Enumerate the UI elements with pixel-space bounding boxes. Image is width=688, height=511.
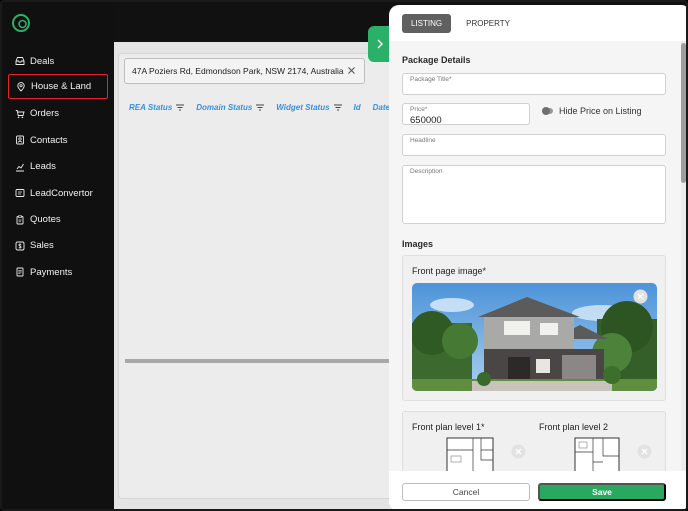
chevron-right-icon	[377, 39, 383, 49]
sidebar-item-orders[interactable]: Orders	[8, 101, 108, 127]
inbox-icon	[15, 57, 25, 66]
table-lower-panel	[125, 363, 395, 498]
column-date[interactable]: Date	[373, 103, 390, 112]
dollar-icon	[15, 241, 25, 251]
listing-table-card: 47A Poziers Rd, Edmondson Park, NSW 2174…	[118, 53, 395, 499]
sidebar-item-label: Contacts	[30, 134, 68, 146]
tab-property[interactable]: PROPERTY	[457, 14, 519, 33]
filter-icon[interactable]	[176, 104, 185, 111]
filter-icon[interactable]	[333, 104, 342, 111]
sidebar-item-label: Payments	[30, 266, 73, 278]
drawer-tabs: LISTING PROPERTY	[402, 14, 519, 33]
column-label: Widget Status	[276, 103, 330, 112]
sidebar-item-house-land[interactable]: House & Land	[8, 74, 108, 100]
column-widget-status[interactable]: Widget Status	[276, 103, 342, 112]
tab-listing[interactable]: LISTING	[402, 14, 452, 33]
front-page-image-card: Front page image*	[402, 255, 666, 401]
sidebar-item-leadconvertor[interactable]: LeadConvertor	[8, 180, 108, 206]
sidebar-nav: Deals House & Land Orders Contacts Leads…	[8, 48, 108, 286]
floor-plans-card: Front plan level 1* Front plan level 2	[402, 411, 666, 471]
map-pin-icon	[17, 82, 25, 92]
cart-icon	[15, 110, 25, 119]
drawer-footer: Cancel Save	[389, 475, 686, 509]
app-window: Deals House & Land Orders Contacts Leads…	[0, 0, 688, 511]
price-label: Price*	[410, 106, 428, 113]
table-header: REA Status Domain Status Widget Status I…	[129, 103, 390, 112]
hide-price-toggle[interactable]: Hide Price on Listing	[542, 106, 642, 116]
listing-drawer: LISTING PROPERTY Package Details Package…	[389, 5, 686, 509]
column-id[interactable]: Id	[354, 103, 361, 112]
package-title-label: Package Title*	[410, 76, 452, 83]
remove-image-icon[interactable]	[633, 289, 648, 304]
chart-icon	[16, 163, 24, 172]
column-label: REA Status	[129, 103, 173, 112]
column-rea-status[interactable]: REA Status	[129, 103, 185, 112]
sidebar-item-label: Deals	[30, 55, 55, 67]
remove-plan-2-icon[interactable]	[637, 444, 652, 459]
clipboard-icon	[16, 214, 24, 224]
column-label: Date	[372, 103, 390, 112]
sidebar-item-label: House & Land	[31, 81, 92, 93]
package-title-field[interactable]: Package Title*	[402, 73, 666, 95]
sidebar-item-leads[interactable]: Leads	[8, 154, 108, 180]
hide-price-switch[interactable]	[542, 107, 553, 115]
front-plan-level-1-label: Front plan level 1*	[412, 422, 485, 432]
price-value: 650000	[410, 115, 442, 126]
front-page-image-label: Front page image*	[412, 266, 487, 276]
package-details-heading: Package Details	[402, 55, 471, 65]
column-label: Domain Status	[196, 103, 253, 112]
floor-plan-level-2-image[interactable]	[569, 436, 623, 471]
front-page-house-image[interactable]	[412, 283, 657, 391]
sidebar-item-sales[interactable]: Sales	[8, 233, 108, 259]
drawer-scrollbar-thumb[interactable]	[681, 43, 686, 183]
sidebar-item-label: Orders	[30, 108, 60, 120]
headline-label: Headline	[410, 137, 436, 144]
front-plan-level-2-label: Front plan level 2	[539, 422, 609, 432]
sidebar-item-deals[interactable]: Deals	[8, 48, 108, 74]
sidebar-item-quotes[interactable]: Quotes	[8, 206, 108, 232]
filter-icon[interactable]	[256, 104, 265, 111]
remove-plan-1-icon[interactable]	[511, 444, 526, 459]
drawer-form: Package Details Package Title* Price* 65…	[389, 41, 681, 471]
save-button[interactable]: Save	[538, 483, 666, 501]
sidebar: Deals House & Land Orders Contacts Leads…	[2, 2, 114, 509]
app-logo-icon	[12, 14, 30, 32]
column-label: Id	[353, 103, 361, 112]
images-heading: Images	[402, 239, 434, 249]
contacts-icon	[16, 135, 24, 145]
drawer-scrollbar[interactable]	[681, 41, 686, 471]
sidebar-item-label: Sales	[30, 240, 54, 252]
price-field[interactable]: Price* 650000	[402, 103, 530, 126]
description-label: Description	[410, 168, 443, 175]
sidebar-item-label: Quotes	[30, 214, 61, 226]
convert-icon	[15, 189, 25, 198]
address-filter-text: 47A Poziers Rd, Edmondson Park, NSW 2174…	[132, 66, 344, 76]
address-filter-chip[interactable]: 47A Poziers Rd, Edmondson Park, NSW 2174…	[124, 58, 365, 84]
main-content: 47A Poziers Rd, Edmondson Park, NSW 2174…	[114, 42, 395, 509]
clear-filter-icon[interactable]	[346, 65, 357, 76]
cancel-button[interactable]: Cancel	[402, 483, 530, 501]
description-field[interactable]: Description	[402, 165, 666, 224]
document-icon	[16, 267, 24, 277]
hide-price-label: Hide Price on Listing	[559, 106, 642, 116]
sidebar-item-contacts[interactable]: Contacts	[8, 127, 108, 153]
sidebar-item-label: Leads	[30, 161, 56, 173]
floor-plan-level-1-image[interactable]	[443, 436, 497, 471]
sidebar-item-label: LeadConvertor	[30, 187, 93, 199]
sidebar-item-payments[interactable]: Payments	[8, 259, 108, 285]
column-domain-status[interactable]: Domain Status	[196, 103, 265, 112]
headline-field[interactable]: Headline	[402, 134, 666, 156]
